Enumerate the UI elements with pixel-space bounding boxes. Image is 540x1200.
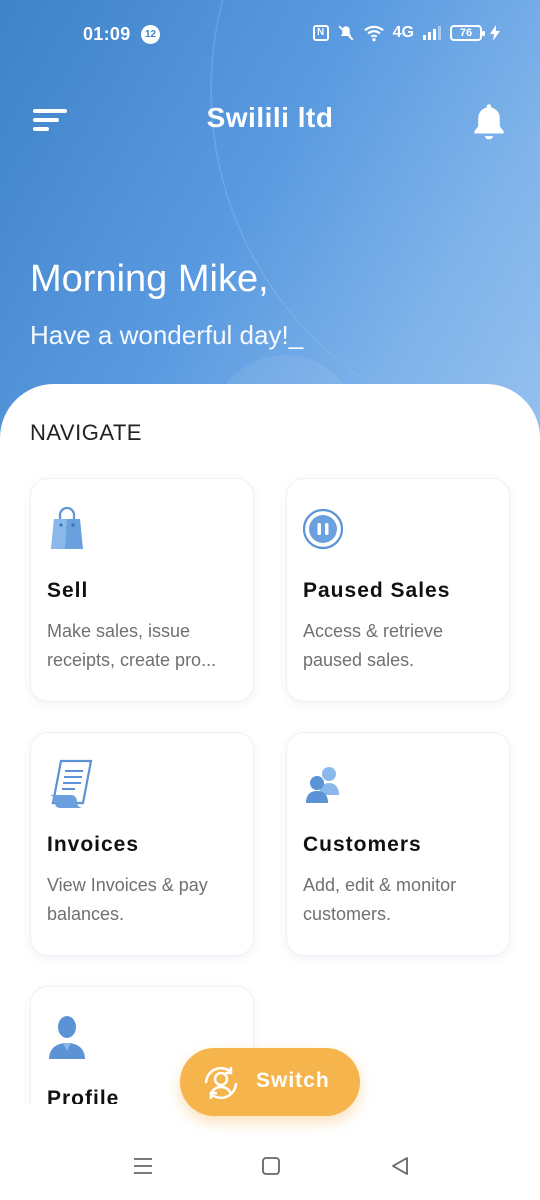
card-title: Sell bbox=[47, 579, 89, 602]
nfc-icon: N bbox=[312, 25, 329, 41]
nav-card-customers[interactable]: Customers Add, edit & monitor customers. bbox=[286, 732, 510, 956]
nav-card-sell[interactable]: Sell Make sales, issue receipts, create … bbox=[30, 478, 254, 702]
charging-icon bbox=[490, 25, 500, 41]
profile-icon bbox=[49, 1016, 85, 1059]
card-description: Access & retrieve paused sales. bbox=[303, 621, 444, 670]
status-bar: 01:09 12 N 4G 76 bbox=[0, 0, 540, 70]
card-title: Customers bbox=[303, 833, 422, 856]
network-type: 4G bbox=[392, 24, 414, 41]
customers-icon bbox=[306, 767, 339, 803]
switch-label: Switch bbox=[256, 1069, 330, 1092]
shopping-bag-icon bbox=[51, 506, 83, 549]
card-title: Paused Sales bbox=[303, 579, 451, 602]
nav-card-invoices[interactable]: Invoices View Invoices & pay balances. bbox=[30, 732, 254, 956]
card-description: View Invoices & pay balances. bbox=[47, 875, 208, 924]
signal-icon bbox=[423, 26, 441, 40]
section-title: NAVIGATE bbox=[30, 420, 142, 445]
battery-indicator: 76 bbox=[450, 25, 485, 41]
status-time: 01:09 bbox=[83, 24, 131, 44]
recent-apps-icon[interactable] bbox=[131, 1154, 155, 1178]
nav-card-paused-sales[interactable]: Paused Sales Access & retrieve paused sa… bbox=[286, 478, 510, 702]
app-bar: Swilili ltd bbox=[0, 90, 540, 150]
system-navigation-bar bbox=[0, 1140, 540, 1200]
back-icon[interactable] bbox=[388, 1154, 412, 1178]
card-description: Make sales, issue receipts, create pro..… bbox=[47, 621, 217, 670]
invoice-icon bbox=[49, 759, 93, 808]
status-icons: N 4G 76 bbox=[312, 24, 500, 42]
card-description: Add, edit & monitor customers. bbox=[303, 875, 457, 924]
switch-user-icon bbox=[204, 1067, 238, 1099]
bell-icon[interactable] bbox=[470, 102, 508, 142]
pause-circle-icon bbox=[303, 508, 343, 550]
greeting-subtitle: Have a wonderful day!_ bbox=[30, 320, 304, 350]
notification-count-badge: 12 bbox=[141, 25, 160, 44]
mute-bell-icon bbox=[338, 25, 354, 41]
greeting-title: Morning Mike, bbox=[30, 258, 269, 300]
wifi-icon bbox=[363, 25, 384, 42]
switch-button[interactable]: Switch bbox=[180, 1048, 360, 1116]
card-title: Invoices bbox=[47, 833, 140, 856]
app-title: Swilili ltd bbox=[206, 102, 334, 133]
home-icon[interactable] bbox=[259, 1154, 283, 1178]
